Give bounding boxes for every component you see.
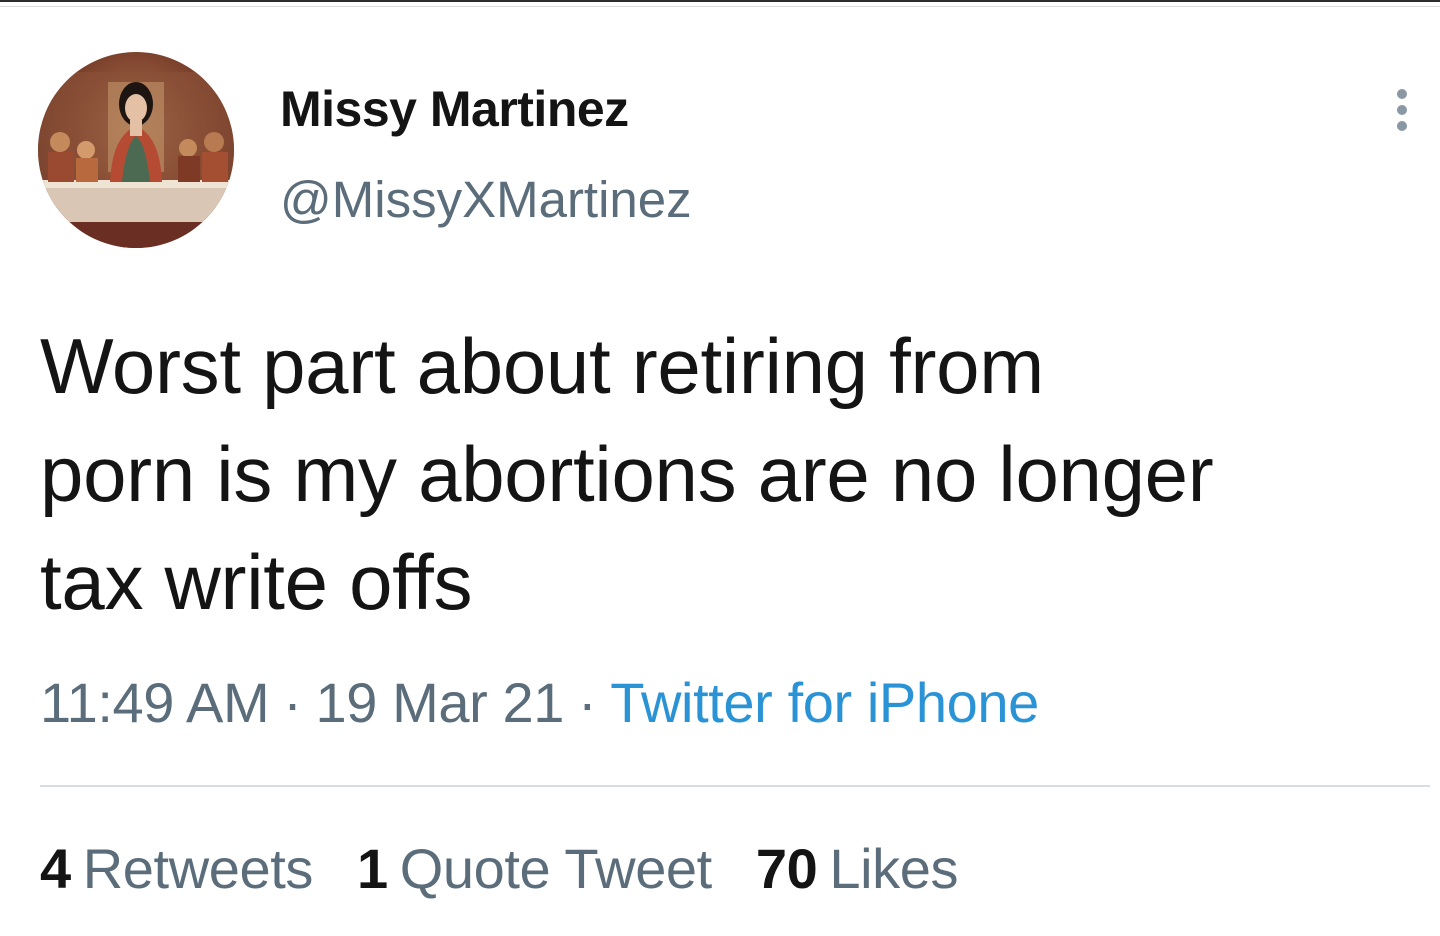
tweet-text-line: Worst part about retiring from bbox=[40, 322, 1044, 410]
quote-tweets-stat[interactable]: 1 Quote Tweet bbox=[357, 836, 712, 901]
tweet-metadata: 11:49 AM · 19 Mar 21 · Twitter for iPhone bbox=[40, 670, 1039, 735]
likes-stat[interactable]: 70 Likes bbox=[755, 836, 959, 901]
tweet-page: Missy Martinez @MissyXMartinez Worst par… bbox=[0, 0, 1440, 936]
tweet-text: Worst part about retiring from porn is m… bbox=[40, 312, 1430, 636]
retweets-label: Retweets bbox=[82, 837, 314, 900]
tweet-source-link[interactable]: Twitter for iPhone bbox=[610, 671, 1039, 734]
tweet-stats: 4 Retweets 1 Quote Tweet 70 Likes bbox=[40, 836, 1002, 901]
quote-tweets-count: 1 bbox=[356, 837, 388, 900]
top-border bbox=[0, 0, 1440, 10]
author-handle[interactable]: @MissyXMartinez bbox=[280, 170, 692, 229]
likes-count: 70 bbox=[755, 837, 818, 900]
more-vertical-icon bbox=[1397, 89, 1407, 131]
quote-tweets-label: Quote Tweet bbox=[399, 837, 713, 900]
retweets-stat[interactable]: 4 Retweets bbox=[40, 836, 313, 901]
author-display-name[interactable]: Missy Martinez bbox=[280, 80, 629, 138]
more-options-button[interactable] bbox=[1380, 82, 1424, 138]
likes-label: Likes bbox=[829, 837, 959, 900]
tweet-text-line: tax write offs bbox=[40, 538, 473, 626]
retweets-count: 4 bbox=[40, 837, 71, 900]
meta-separator: · bbox=[578, 671, 597, 734]
meta-separator: · bbox=[283, 671, 302, 734]
tweet-time[interactable]: 11:49 AM bbox=[40, 671, 270, 734]
avatar[interactable] bbox=[38, 52, 234, 248]
tweet-text-line: porn is my abortions are no longer bbox=[40, 430, 1214, 518]
divider bbox=[40, 785, 1430, 787]
avatar-image bbox=[38, 52, 234, 248]
tweet-date[interactable]: 19 Mar 21 bbox=[316, 671, 565, 734]
